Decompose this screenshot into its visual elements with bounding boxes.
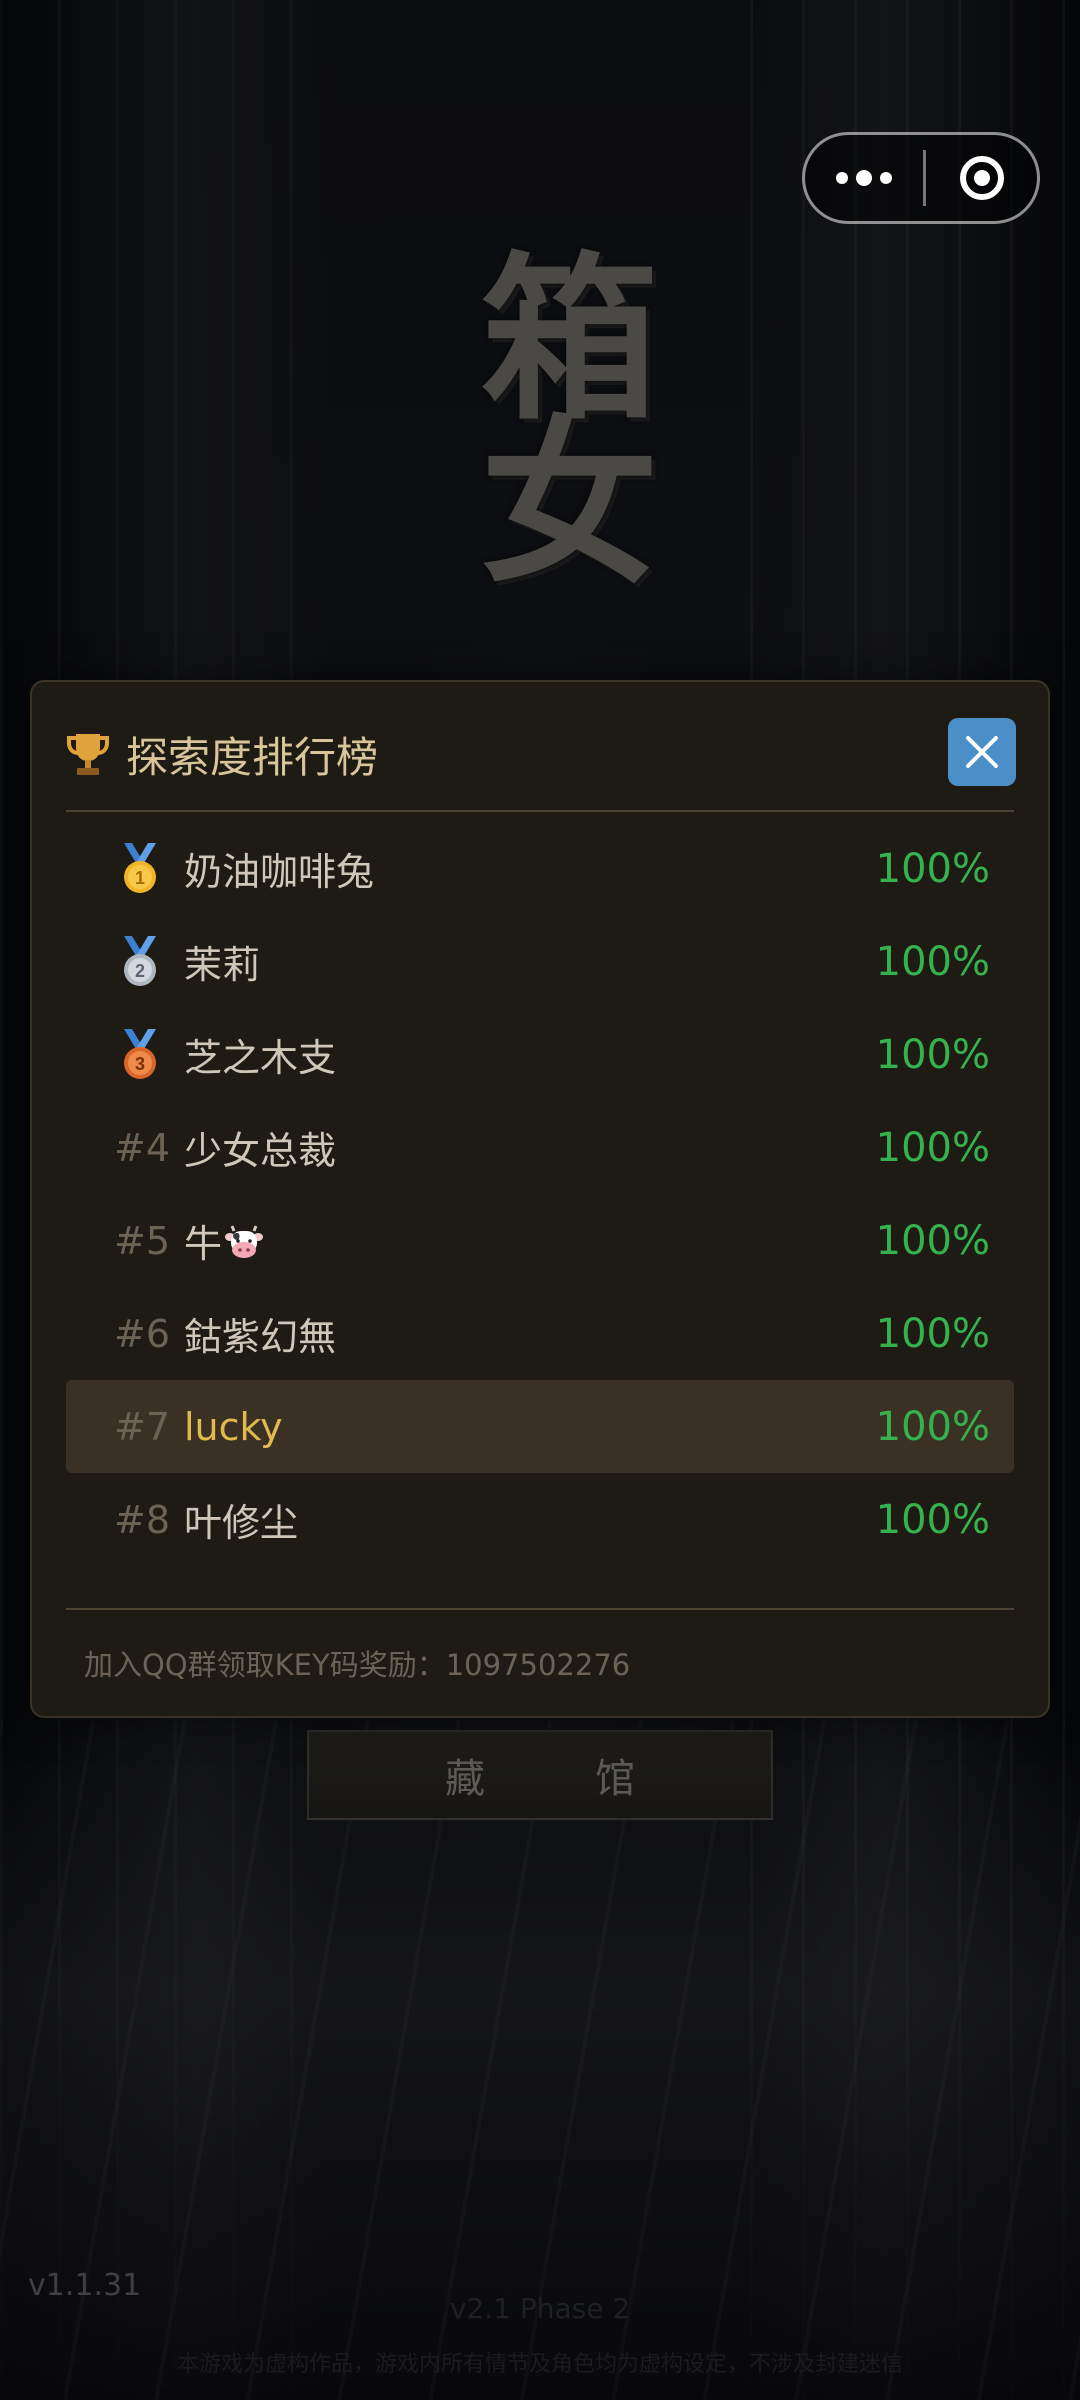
player-name: 叶修尘 <box>184 1501 299 1545</box>
player-name: lucky <box>184 1404 283 1449</box>
museum-button-label: 藏馆 <box>445 1756 745 1802</box>
player-name-with-emoji: 牛 <box>184 1213 834 1268</box>
rank-cell: 3 <box>66 1027 184 1083</box>
qq-group-notice: 加入QQ群领取KEY码奖励：1097502276 <box>84 1648 631 1682</box>
trophy-icon <box>64 730 112 778</box>
silver-medal-icon: 2 <box>124 935 156 986</box>
player-score: 100% <box>875 1403 990 1450</box>
close-button[interactable] <box>948 718 1016 786</box>
player-score: 100% <box>875 1031 990 1078</box>
player-score: 100% <box>875 938 990 985</box>
game-title: 箱女 <box>451 245 660 573</box>
leaderboard-row[interactable]: #5 牛 100% <box>66 1194 1014 1287</box>
gold-medal-icon: 1 <box>124 842 156 893</box>
rank-number: #5 <box>114 1218 171 1263</box>
header-divider <box>66 810 1014 812</box>
leaderboard-list: 1 奶油咖啡兔 100% 2 茉莉 100% 3 芝之木支 100% #4 少女… <box>66 822 1014 1566</box>
player-name: 芝之木支 <box>184 1036 337 1080</box>
phase-label: v2.1 Phase 2 <box>449 2292 631 2325</box>
svg-text:3: 3 <box>135 1054 145 1074</box>
leaderboard-row[interactable]: #8 叶修尘 100% <box>66 1473 1014 1566</box>
leaderboard-row-current-user[interactable]: #7 lucky 100% <box>66 1380 1014 1473</box>
miniprogram-capsule <box>802 132 1040 224</box>
rank-number: #7 <box>114 1404 171 1449</box>
player-name: 鈷紫幻無 <box>184 1315 337 1359</box>
player-name: 少女总裁 <box>184 1129 337 1173</box>
more-dots-icon[interactable] <box>805 135 923 221</box>
target-close-icon[interactable] <box>926 135 1037 221</box>
player-name: 牛 <box>184 1222 223 1266</box>
footer-divider <box>66 1608 1014 1610</box>
player-score: 100% <box>875 1310 990 1357</box>
cow-face-icon <box>225 1225 264 1258</box>
leaderboard-row[interactable]: #4 少女总裁 100% <box>66 1101 1014 1194</box>
leaderboard-row[interactable]: 2 茉莉 100% <box>66 915 1014 1008</box>
leaderboard-row[interactable]: 1 奶油咖啡兔 100% <box>66 822 1014 915</box>
rank-cell: 1 <box>66 841 184 897</box>
player-score: 100% <box>875 1217 990 1264</box>
svg-text:1: 1 <box>135 868 145 888</box>
leaderboard-row[interactable]: #6 鈷紫幻無 100% <box>66 1287 1014 1380</box>
leaderboard-header: 探索度排行榜 <box>64 718 1016 788</box>
rank-cell: 2 <box>66 934 184 990</box>
rank-number: #8 <box>114 1497 171 1542</box>
bronze-medal-icon: 3 <box>124 1028 156 1079</box>
disclaimer-text: 本游戏为虚构作品，游戏内所有情节及角色均为虚构设定，不涉及封建迷信 <box>176 2352 903 2377</box>
player-score: 100% <box>875 1124 990 1171</box>
leaderboard-modal: 探索度排行榜 1 奶油咖啡兔 100% 2 茉莉 100% 3 芝之木支 100… <box>30 680 1050 1718</box>
player-score: 100% <box>875 845 990 892</box>
leaderboard-title: 探索度排行榜 <box>126 732 379 782</box>
svg-text:2: 2 <box>135 961 145 981</box>
game-screen: 箱女 藏馆 v1.1.31 v2.1 Phase 2 本游戏为虚构作品，游戏内所… <box>0 0 1080 2400</box>
player-name: 奶油咖啡兔 <box>184 850 375 894</box>
player-name: 茉莉 <box>184 943 261 987</box>
leaderboard-row[interactable]: 3 芝之木支 100% <box>66 1008 1014 1101</box>
player-score: 100% <box>875 1496 990 1543</box>
rank-number: #4 <box>114 1125 171 1170</box>
museum-button[interactable]: 藏馆 <box>307 1730 773 1820</box>
close-x-icon <box>966 736 998 768</box>
rank-number: #6 <box>114 1311 171 1356</box>
